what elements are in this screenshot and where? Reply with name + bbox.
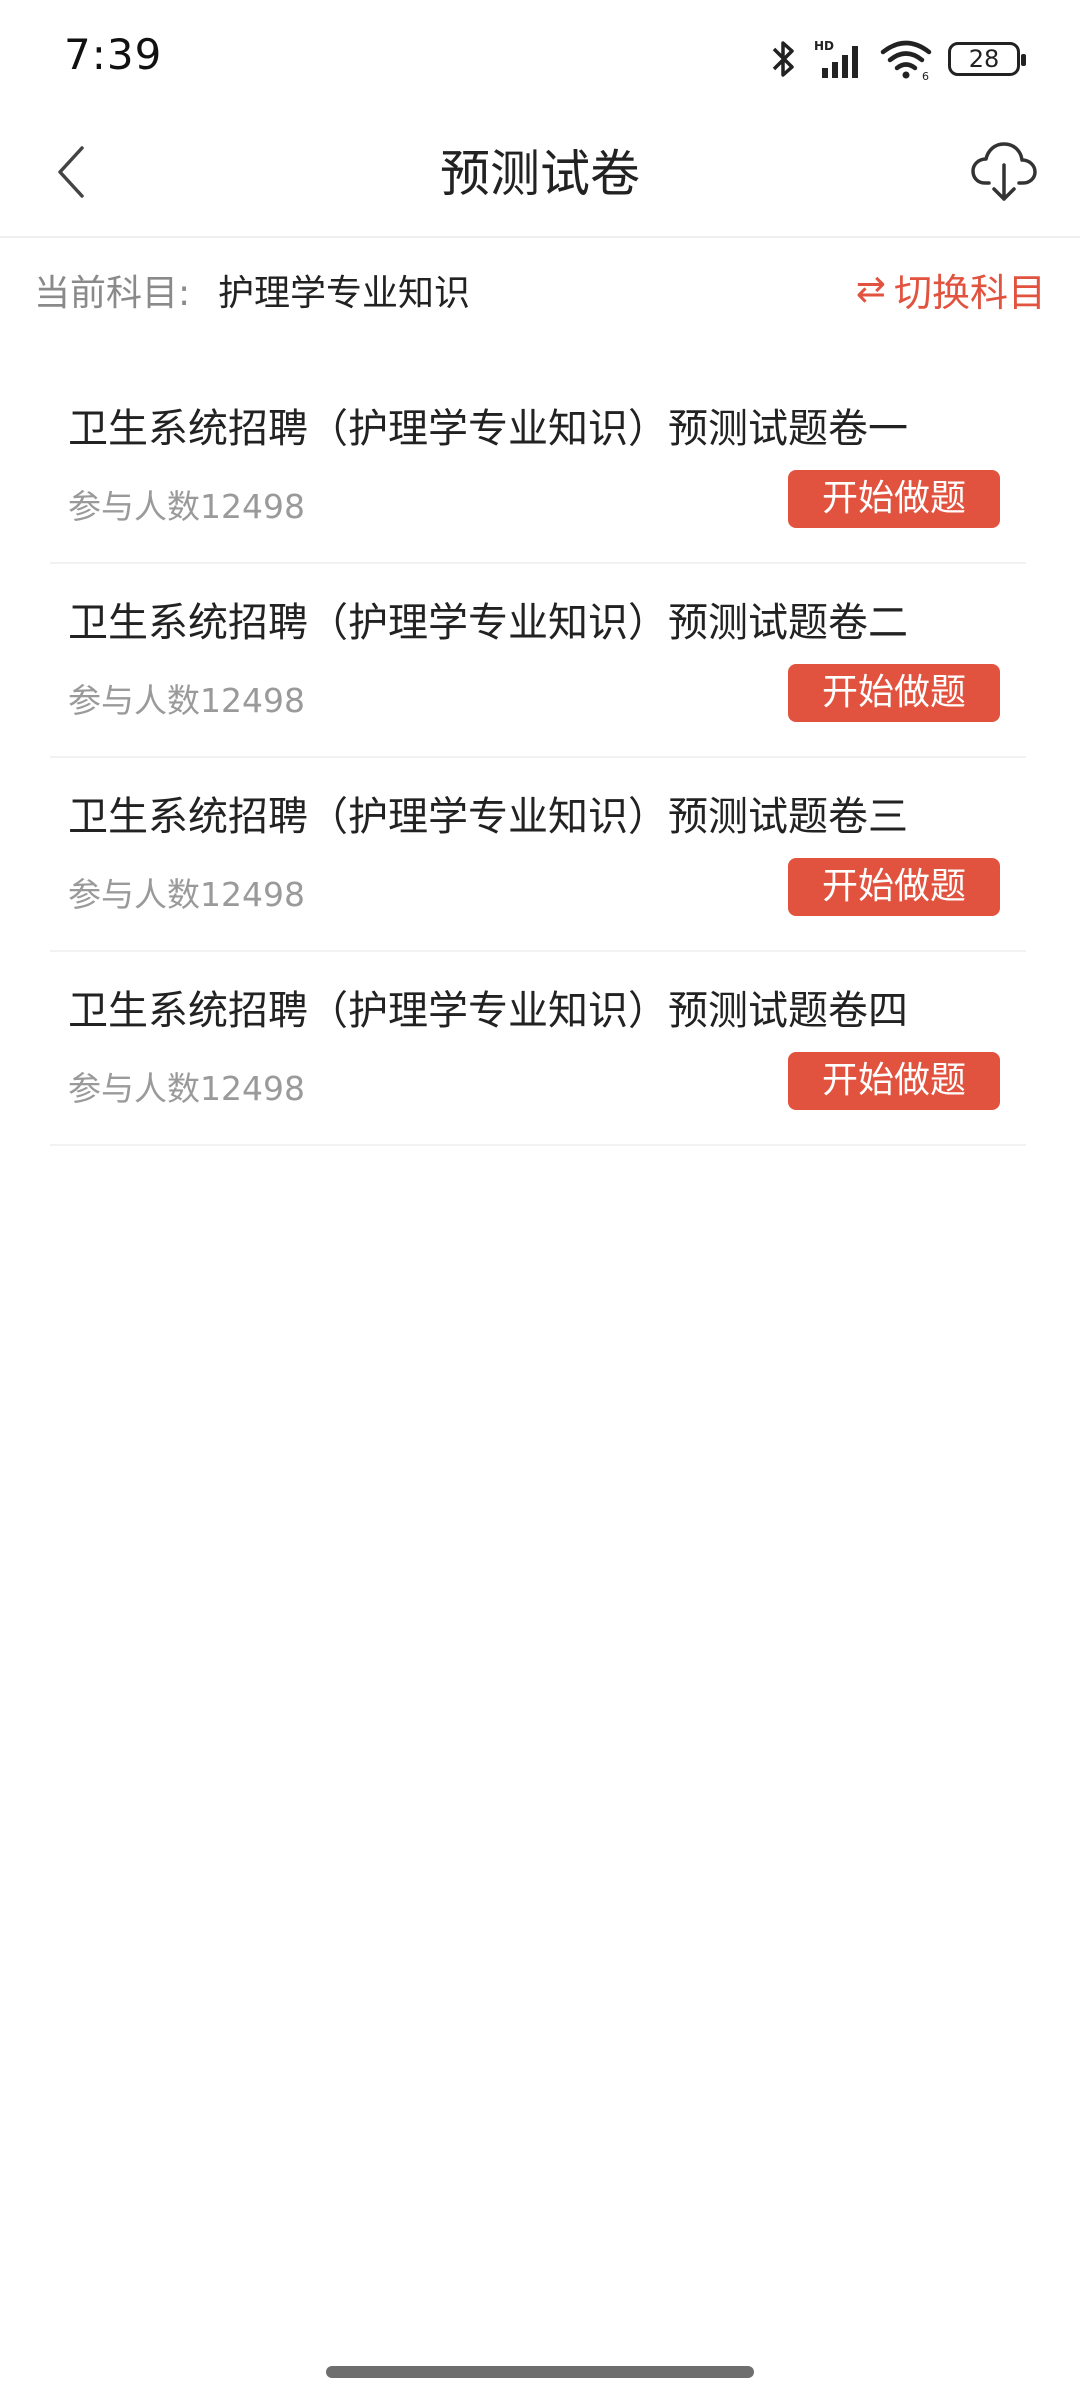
list-item: 卫生系统招聘（护理学专业知识）预测试题卷四 参与人数12498 开始做题 bbox=[50, 952, 1026, 1146]
participant-count: 参与人数12498 bbox=[68, 1069, 305, 1108]
paper-list: 卫生系统招聘（护理学专业知识）预测试题卷一 参与人数12498 开始做题 卫生系… bbox=[50, 370, 1026, 1146]
participant-count: 参与人数12498 bbox=[68, 681, 305, 720]
hd-signal-icon: HD bbox=[814, 38, 864, 80]
bluetooth-icon bbox=[770, 38, 798, 80]
status-icons: HD 6 28 bbox=[770, 34, 1026, 84]
participant-count: 参与人数12498 bbox=[68, 875, 305, 914]
cloud-download-icon bbox=[971, 141, 1037, 207]
switch-subject-button[interactable]: ⇄ 切换科目 bbox=[856, 262, 1046, 317]
list-item: 卫生系统招聘（护理学专业知识）预测试题卷一 参与人数12498 开始做题 bbox=[50, 370, 1026, 564]
battery-icon: 28 bbox=[948, 42, 1026, 76]
subject-value: 护理学专业知识 bbox=[218, 273, 471, 314]
home-indicator[interactable] bbox=[326, 2366, 754, 2378]
svg-text:HD: HD bbox=[814, 39, 834, 53]
swap-icon: ⇄ bbox=[855, 269, 886, 310]
status-time: 7:39 bbox=[64, 30, 163, 79]
subject-label: 当前科目: bbox=[34, 273, 191, 314]
start-button[interactable]: 开始做题 bbox=[788, 470, 1000, 528]
paper-title: 卫生系统招聘（护理学专业知识）预测试题卷二 bbox=[68, 600, 908, 646]
list-item: 卫生系统招聘（护理学专业知识）预测试题卷三 参与人数12498 开始做题 bbox=[50, 758, 1026, 952]
list-item: 卫生系统招聘（护理学专业知识）预测试题卷二 参与人数12498 开始做题 bbox=[50, 564, 1026, 758]
paper-title: 卫生系统招聘（护理学专业知识）预测试题卷四 bbox=[68, 988, 908, 1034]
paper-title: 卫生系统招聘（护理学专业知识）预测试题卷一 bbox=[68, 406, 908, 452]
start-button[interactable]: 开始做题 bbox=[788, 664, 1000, 722]
battery-level: 28 bbox=[968, 45, 1000, 73]
svg-text:6: 6 bbox=[922, 70, 929, 80]
switch-subject-label: 切换科目 bbox=[893, 271, 1046, 315]
page-title: 预测试卷 bbox=[440, 145, 640, 203]
start-button[interactable]: 开始做题 bbox=[788, 1052, 1000, 1110]
paper-title: 卫生系统招聘（护理学专业知识）预测试题卷三 bbox=[68, 794, 908, 840]
header-bar: 预测试卷 bbox=[0, 110, 1080, 238]
screen: 7:39 HD 6 28 预测试卷 当前科目: 护理学专业知识 ⇄ 切换科目 卫… bbox=[0, 0, 1080, 2400]
wifi-icon: 6 bbox=[880, 38, 932, 80]
subject-row: 当前科目: 护理学专业知识 ⇄ 切换科目 bbox=[0, 240, 1080, 336]
download-button[interactable] bbox=[964, 134, 1044, 214]
participant-count: 参与人数12498 bbox=[68, 487, 305, 526]
status-bar: 7:39 HD 6 28 bbox=[0, 0, 1080, 110]
start-button[interactable]: 开始做题 bbox=[788, 858, 1000, 916]
